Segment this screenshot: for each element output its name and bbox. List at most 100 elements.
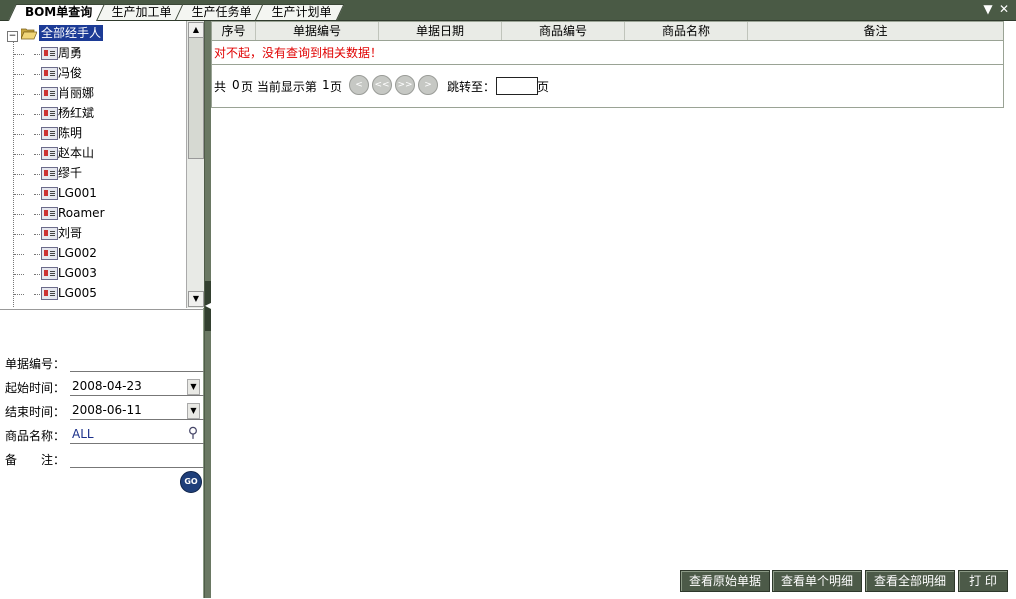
- tab-production-task[interactable]: 生产任务单: [175, 4, 265, 20]
- tree-item-label: 周勇: [58, 46, 83, 60]
- close-icon[interactable]: ✕: [998, 2, 1010, 16]
- tree-line: [34, 294, 40, 295]
- tree-item-label: Roamer: [58, 206, 105, 220]
- scroll-thumb[interactable]: [188, 37, 204, 159]
- jump-unit: 页: [537, 80, 550, 94]
- tree-line: [34, 74, 40, 75]
- remark-label: 备 注：: [5, 453, 66, 467]
- tree-item-label: 陈明: [58, 126, 83, 140]
- tab-menu-icon[interactable]: ▼: [982, 2, 994, 16]
- tree-item-label: 杨红斌: [58, 106, 95, 120]
- user-card-icon: [41, 87, 58, 100]
- search-icon[interactable]: ⚲: [184, 424, 202, 442]
- view-single-detail-button[interactable]: 查看单个明细: [772, 570, 862, 592]
- product-label: 商品名称：: [5, 429, 66, 443]
- scroll-up-icon[interactable]: ▲: [188, 22, 204, 38]
- last-page-icon[interactable]: >>: [395, 75, 415, 95]
- user-card-icon: [41, 147, 58, 160]
- pager-pages-unit: 页 当前显示第: [241, 80, 317, 94]
- tree-item[interactable]: 赵本山: [0, 144, 186, 162]
- tree-line: [34, 154, 40, 155]
- tree-line: [34, 234, 40, 235]
- tree-line: [34, 174, 40, 175]
- tree-item[interactable]: LG005: [0, 284, 186, 302]
- tab-production-processing[interactable]: 生产加工单: [95, 4, 185, 20]
- user-card-icon: [41, 267, 58, 280]
- col-header-product-code[interactable]: 商品编号: [502, 22, 625, 40]
- tree-item-label: LG001: [58, 186, 97, 200]
- tree-scrollbar[interactable]: ▲ ▼: [186, 21, 204, 308]
- tab-production-plan[interactable]: 生产计划单: [255, 4, 345, 20]
- tree-item-label: LG005: [58, 286, 97, 300]
- col-header-remark[interactable]: 备注: [748, 22, 1003, 40]
- col-header-doc-no[interactable]: 单据编号: [256, 22, 379, 40]
- tab-label: 生产任务单: [191, 5, 252, 19]
- user-card-icon: [41, 227, 58, 240]
- result-grid: 序号 单据编号 单据日期 商品编号 商品名称 备注 对不起，没有查询到相关数据！…: [211, 21, 1004, 108]
- tree-line: [14, 214, 24, 215]
- tree-line: [34, 54, 40, 55]
- tree-line: [14, 234, 24, 235]
- start-date-input[interactable]: [70, 377, 204, 396]
- tree-item-label: 刘哥: [58, 226, 83, 240]
- tree-item[interactable]: Roamer: [0, 204, 186, 222]
- tree-line: [14, 154, 24, 155]
- tab-label: BOM单查询: [24, 5, 93, 19]
- pager: 共 0 页 当前显示第 1 页 < << >> > 跳转至： 页: [212, 64, 1003, 108]
- col-header-seq[interactable]: 序号: [212, 22, 256, 40]
- user-card-icon: [41, 127, 58, 140]
- tree-item[interactable]: 缪千: [0, 164, 186, 182]
- tree-item[interactable]: LG001: [0, 184, 186, 202]
- end-date-input[interactable]: [70, 401, 204, 420]
- start-date-dropdown-icon[interactable]: ▼: [187, 379, 200, 395]
- left-panel: − 全部经手人 周勇冯俊肖丽娜杨红斌陈明赵本山缪千 LG001 Roamer 刘哥 LG…: [0, 21, 204, 598]
- go-button[interactable]: GO: [180, 471, 202, 493]
- pager-current-page: 1: [322, 78, 330, 92]
- col-header-product-name[interactable]: 商品名称: [625, 22, 748, 40]
- tab-bom-query[interactable]: BOM单查询: [8, 4, 106, 21]
- col-header-doc-date[interactable]: 单据日期: [379, 22, 502, 40]
- tree-item[interactable]: 周勇: [0, 44, 186, 62]
- doc-no-input[interactable]: [70, 353, 204, 372]
- view-original-button[interactable]: 查看原始单据: [680, 570, 770, 592]
- tree-line: [34, 274, 40, 275]
- grid-header: 序号 单据编号 单据日期 商品编号 商品名称 备注: [212, 22, 1003, 41]
- tree-line: [14, 274, 24, 275]
- tree-root-all-handlers[interactable]: 全部经手人: [39, 25, 104, 41]
- search-form: 单据编号： 起始时间： ▼ 结束时间： ▼ 商品名称： ⚲ 备 注： GO: [0, 309, 204, 599]
- pager-prefix: 共: [214, 80, 227, 94]
- open-folder-icon: [21, 28, 37, 40]
- tree-item[interactable]: LG002: [0, 244, 186, 262]
- end-date-dropdown-icon[interactable]: ▼: [187, 403, 200, 419]
- tree-line: [34, 114, 40, 115]
- view-all-details-button[interactable]: 查看全部明细: [865, 570, 955, 592]
- tab-list: BOM单查询 生产加工单 生产任务单 生产计划单: [8, 4, 345, 21]
- tree-item[interactable]: 陈明: [0, 124, 186, 142]
- tree-item-label: 肖丽娜: [58, 86, 95, 100]
- next-page-icon[interactable]: >: [418, 75, 438, 95]
- tree-line: [14, 294, 24, 295]
- tab-label: 生产加工单: [111, 5, 172, 19]
- tree-item[interactable]: LG003: [0, 264, 186, 282]
- tree-line: [14, 174, 24, 175]
- prev-page-icon[interactable]: <: [349, 75, 369, 95]
- remark-input[interactable]: [70, 449, 204, 468]
- tree-item[interactable]: 刘哥: [0, 224, 186, 242]
- main-area: 序号 单据编号 单据日期 商品编号 商品名称 备注 对不起，没有查询到相关数据！…: [211, 21, 1016, 598]
- tree-item[interactable]: 冯俊: [0, 64, 186, 82]
- first-page-icon[interactable]: <<: [372, 75, 392, 95]
- tree-line: [34, 134, 40, 135]
- scroll-down-icon[interactable]: ▼: [188, 291, 204, 307]
- tree-line: [34, 254, 40, 255]
- print-button[interactable]: 打 印: [958, 570, 1008, 592]
- tree-line: [14, 254, 24, 255]
- tree-item[interactable]: 肖丽娜: [0, 84, 186, 102]
- tree-item-label: 冯俊: [58, 66, 83, 80]
- doc-no-label: 单据编号：: [5, 357, 66, 371]
- tree-item-label: 缪千: [58, 166, 83, 180]
- collapse-icon[interactable]: −: [7, 31, 18, 42]
- jump-page-input[interactable]: [496, 77, 538, 95]
- tree-item[interactable]: 杨红斌: [0, 104, 186, 122]
- jump-label: 跳转至：: [447, 80, 496, 94]
- tab-bar: BOM单查询 生产加工单 生产任务单 生产计划单 ▼ ✕: [0, 0, 1016, 21]
